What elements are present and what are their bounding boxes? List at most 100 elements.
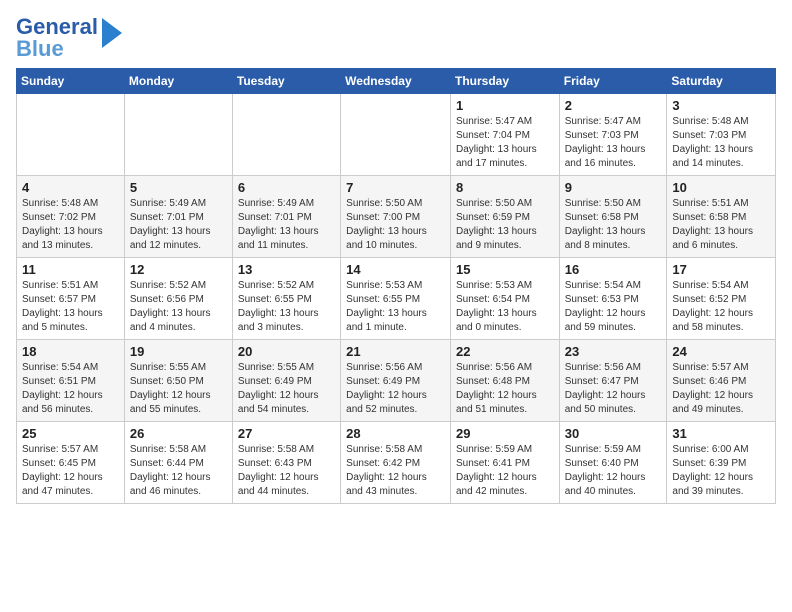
day-info: Sunrise: 6:00 AM Sunset: 6:39 PM Dayligh… [672,443,770,499]
calendar-day-20: 20 Sunrise: 5:55 AM Sunset: 6:49 PM Dayli… [232,340,340,422]
day-number: 15 [456,262,554,277]
day-number: 22 [456,344,554,359]
day-info: Sunrise: 5:49 AM Sunset: 7:01 PM Dayligh… [130,197,227,253]
calendar-day-14: 14 Sunrise: 5:53 AM Sunset: 6:55 PM Dayli… [341,258,451,340]
calendar-day-21: 21 Sunrise: 5:56 AM Sunset: 6:49 PM Dayli… [341,340,451,422]
day-number: 30 [565,426,662,441]
day-info: Sunrise: 5:59 AM Sunset: 6:41 PM Dayligh… [456,443,554,499]
day-header-thursday: Thursday [450,69,559,94]
calendar-week-row: 1 Sunrise: 5:47 AM Sunset: 7:04 PM Daylig… [17,94,776,176]
day-number: 8 [456,180,554,195]
day-info: Sunrise: 5:59 AM Sunset: 6:40 PM Dayligh… [565,443,662,499]
logo-text: GeneralBlue [16,16,98,60]
calendar-week-row: 25Sunrise: 5:57 AM Sunset: 6:45 PM Dayli… [17,422,776,504]
day-number: 20 [238,344,335,359]
calendar-day-30: 30 Sunrise: 5:59 AM Sunset: 6:40 PM Dayli… [559,422,667,504]
day-header-monday: Monday [124,69,232,94]
calendar-day-29: 29 Sunrise: 5:59 AM Sunset: 6:41 PM Dayli… [450,422,559,504]
day-info: Sunrise: 5:54 AM Sunset: 6:51 PM Dayligh… [22,361,119,417]
calendar-day-7: 7 Sunrise: 5:50 AM Sunset: 7:00 PM Daylig… [341,176,451,258]
day-header-tuesday: Tuesday [232,69,340,94]
calendar-day-26: 26 Sunrise: 5:58 AM Sunset: 6:44 PM Dayli… [124,422,232,504]
calendar-day-4: 4Sunrise: 5:48 AM Sunset: 7:02 PM Daylig… [17,176,125,258]
day-number: 12 [130,262,227,277]
page-header: GeneralBlue [16,16,776,60]
calendar-day-31: 31 Sunrise: 6:00 AM Sunset: 6:39 PM Dayli… [667,422,776,504]
day-info: Sunrise: 5:51 AM Sunset: 6:58 PM Dayligh… [672,197,770,253]
calendar-day-8: 8 Sunrise: 5:50 AM Sunset: 6:59 PM Daylig… [450,176,559,258]
calendar-table: SundayMondayTuesdayWednesdayThursdayFrid… [16,68,776,504]
day-info: Sunrise: 5:51 AM Sunset: 6:57 PM Dayligh… [22,279,119,335]
calendar-day-27: 27 Sunrise: 5:58 AM Sunset: 6:43 PM Dayli… [232,422,340,504]
calendar-day-2: 2 Sunrise: 5:47 AM Sunset: 7:03 PM Daylig… [559,94,667,176]
day-info: Sunrise: 5:56 AM Sunset: 6:49 PM Dayligh… [346,361,445,417]
calendar-day-12: 12Sunrise: 5:52 AM Sunset: 6:56 PM Dayli… [124,258,232,340]
day-number: 9 [565,180,662,195]
day-number: 17 [672,262,770,277]
calendar-day-19: 19 Sunrise: 5:55 AM Sunset: 6:50 PM Dayli… [124,340,232,422]
day-info: Sunrise: 5:47 AM Sunset: 7:04 PM Dayligh… [456,115,554,171]
day-number: 14 [346,262,445,277]
day-number: 28 [346,426,445,441]
calendar-day-16: 16 Sunrise: 5:54 AM Sunset: 6:53 PM Dayli… [559,258,667,340]
calendar-day-22: 22 Sunrise: 5:56 AM Sunset: 6:48 PM Dayli… [450,340,559,422]
day-number: 10 [672,180,770,195]
logo-arrow-icon [92,18,122,48]
calendar-day-10: 10 Sunrise: 5:51 AM Sunset: 6:58 PM Dayli… [667,176,776,258]
day-info: Sunrise: 5:55 AM Sunset: 6:50 PM Dayligh… [130,361,227,417]
day-info: Sunrise: 5:52 AM Sunset: 6:55 PM Dayligh… [238,279,335,335]
day-info: Sunrise: 5:58 AM Sunset: 6:43 PM Dayligh… [238,443,335,499]
day-number: 16 [565,262,662,277]
day-number: 21 [346,344,445,359]
day-number: 31 [672,426,770,441]
day-info: Sunrise: 5:48 AM Sunset: 7:03 PM Dayligh… [672,115,770,171]
day-info: Sunrise: 5:56 AM Sunset: 6:47 PM Dayligh… [565,361,662,417]
day-info: Sunrise: 5:58 AM Sunset: 6:44 PM Dayligh… [130,443,227,499]
day-number: 6 [238,180,335,195]
day-info: Sunrise: 5:55 AM Sunset: 6:49 PM Dayligh… [238,361,335,417]
day-number: 11 [22,262,119,277]
calendar-day-1: 1 Sunrise: 5:47 AM Sunset: 7:04 PM Daylig… [450,94,559,176]
calendar-week-row: 18Sunrise: 5:54 AM Sunset: 6:51 PM Dayli… [17,340,776,422]
day-info: Sunrise: 5:56 AM Sunset: 6:48 PM Dayligh… [456,361,554,417]
day-header-sunday: Sunday [17,69,125,94]
day-number: 27 [238,426,335,441]
day-number: 3 [672,98,770,113]
calendar-day-6: 6 Sunrise: 5:49 AM Sunset: 7:01 PM Daylig… [232,176,340,258]
day-info: Sunrise: 5:47 AM Sunset: 7:03 PM Dayligh… [565,115,662,171]
day-number: 5 [130,180,227,195]
day-info: Sunrise: 5:50 AM Sunset: 6:59 PM Dayligh… [456,197,554,253]
day-number: 23 [565,344,662,359]
day-info: Sunrise: 5:49 AM Sunset: 7:01 PM Dayligh… [238,197,335,253]
day-number: 24 [672,344,770,359]
day-number: 2 [565,98,662,113]
day-info: Sunrise: 5:58 AM Sunset: 6:42 PM Dayligh… [346,443,445,499]
calendar-week-row: 11 Sunrise: 5:51 AM Sunset: 6:57 PM Dayli… [17,258,776,340]
calendar-empty-cell [232,94,340,176]
day-info: Sunrise: 5:53 AM Sunset: 6:55 PM Dayligh… [346,279,445,335]
day-header-wednesday: Wednesday [341,69,451,94]
calendar-week-row: 4Sunrise: 5:48 AM Sunset: 7:02 PM Daylig… [17,176,776,258]
calendar-header-row: SundayMondayTuesdayWednesdayThursdayFrid… [17,69,776,94]
day-number: 1 [456,98,554,113]
day-info: Sunrise: 5:48 AM Sunset: 7:02 PM Dayligh… [22,197,119,253]
calendar-day-3: 3 Sunrise: 5:48 AM Sunset: 7:03 PM Daylig… [667,94,776,176]
day-number: 7 [346,180,445,195]
day-info: Sunrise: 5:54 AM Sunset: 6:52 PM Dayligh… [672,279,770,335]
day-number: 26 [130,426,227,441]
calendar-empty-cell [124,94,232,176]
day-number: 19 [130,344,227,359]
calendar-day-5: 5 Sunrise: 5:49 AM Sunset: 7:01 PM Daylig… [124,176,232,258]
day-info: Sunrise: 5:53 AM Sunset: 6:54 PM Dayligh… [456,279,554,335]
calendar-day-25: 25Sunrise: 5:57 AM Sunset: 6:45 PM Dayli… [17,422,125,504]
calendar-day-11: 11 Sunrise: 5:51 AM Sunset: 6:57 PM Dayli… [17,258,125,340]
day-info: Sunrise: 5:54 AM Sunset: 6:53 PM Dayligh… [565,279,662,335]
day-info: Sunrise: 5:57 AM Sunset: 6:46 PM Dayligh… [672,361,770,417]
calendar-day-28: 28 Sunrise: 5:58 AM Sunset: 6:42 PM Dayli… [341,422,451,504]
day-number: 29 [456,426,554,441]
day-number: 25 [22,426,119,441]
day-info: Sunrise: 5:50 AM Sunset: 6:58 PM Dayligh… [565,197,662,253]
calendar-empty-cell [17,94,125,176]
calendar-day-18: 18Sunrise: 5:54 AM Sunset: 6:51 PM Dayli… [17,340,125,422]
day-info: Sunrise: 5:50 AM Sunset: 7:00 PM Dayligh… [346,197,445,253]
